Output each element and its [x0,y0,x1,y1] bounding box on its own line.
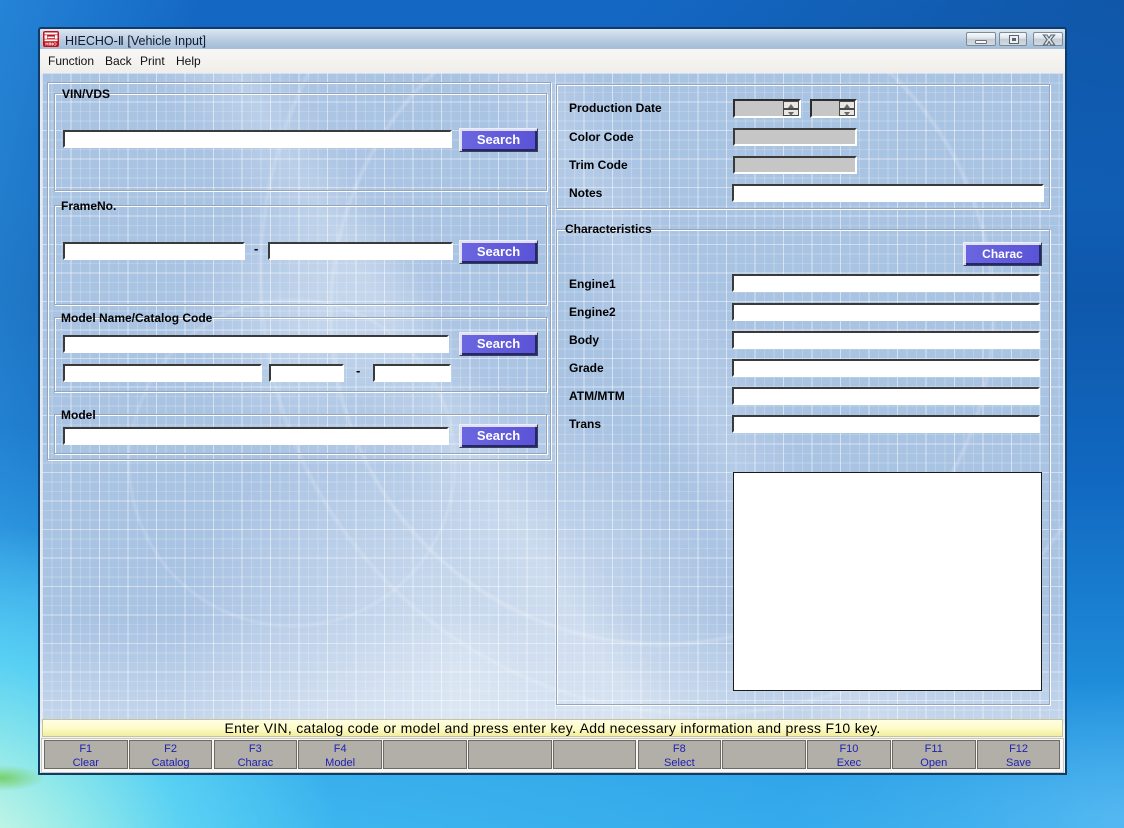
svg-text:HINO: HINO [45,42,57,47]
